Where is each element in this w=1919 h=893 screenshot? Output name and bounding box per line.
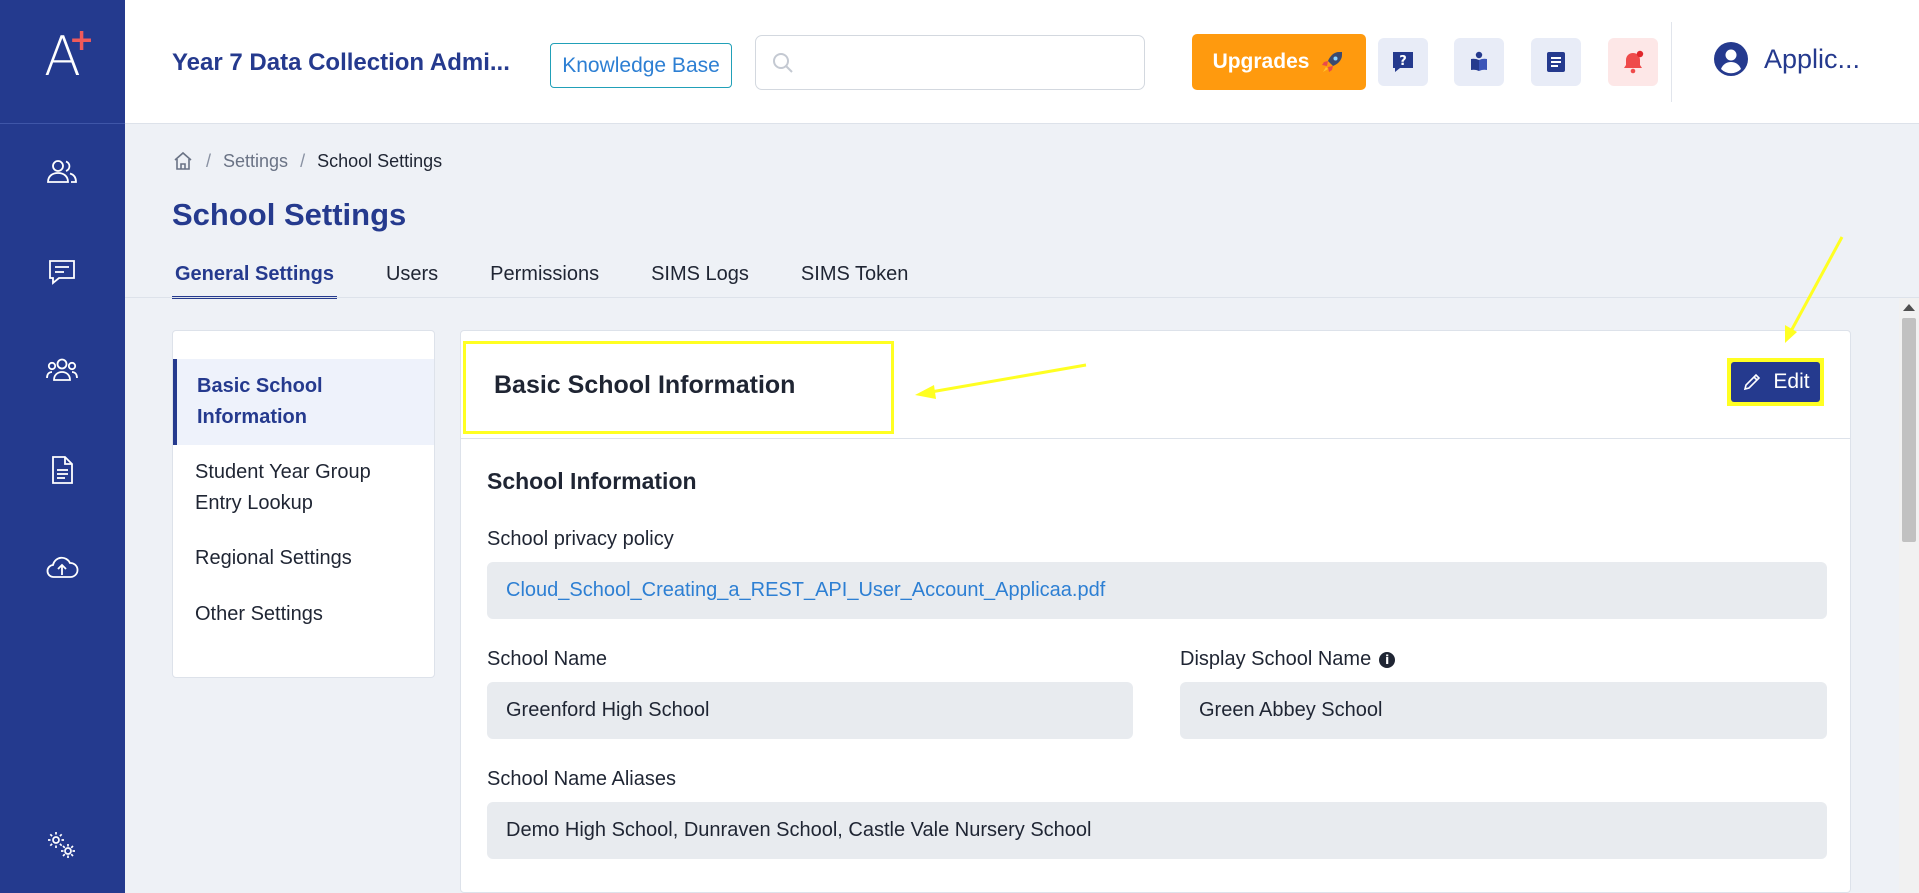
- upgrades-label: Upgrades: [1212, 50, 1310, 73]
- home-icon[interactable]: [172, 150, 194, 172]
- message-icon[interactable]: [42, 252, 82, 292]
- app-logo[interactable]: A +: [0, 0, 125, 124]
- top-header: Year 7 Data Collection Admi... Knowledge…: [125, 0, 1919, 124]
- page-scrollbar[interactable]: [1899, 298, 1919, 893]
- settings-gears-icon[interactable]: [42, 825, 82, 865]
- edit-button[interactable]: Edit: [1731, 362, 1820, 402]
- upgrades-button[interactable]: Upgrades: [1192, 34, 1366, 90]
- notes-button[interactable]: [1531, 38, 1581, 86]
- notifications-button[interactable]: [1608, 38, 1658, 86]
- school-name-field: Greenford High School: [487, 682, 1133, 739]
- knowledge-base-button[interactable]: Knowledge Base: [550, 43, 732, 88]
- info-icon[interactable]: i: [1379, 651, 1396, 668]
- logo-plus: +: [69, 23, 95, 58]
- display-school-name-label-text: Display School Name: [1180, 648, 1372, 670]
- notes-icon: [1547, 52, 1565, 72]
- svg-text:?: ?: [1399, 54, 1407, 69]
- search-input[interactable]: [804, 44, 1134, 82]
- scroll-up-arrow-icon[interactable]: [1903, 304, 1915, 311]
- privacy-policy-link[interactable]: Cloud_School_Creating_a_REST_API_User_Ac…: [487, 562, 1827, 619]
- display-school-name-label: Display School Name i: [1180, 648, 1396, 671]
- school-name-label: School Name: [487, 648, 607, 671]
- submenu-basic-school-information[interactable]: Basic School Information: [173, 359, 434, 445]
- tab-sims-logs[interactable]: SIMS Logs: [648, 263, 752, 299]
- section-title: School Information: [487, 468, 697, 494]
- search-icon: [773, 53, 793, 73]
- page-title: School Settings: [172, 197, 407, 232]
- cloud-upload-icon[interactable]: [42, 548, 82, 588]
- tab-sims-token[interactable]: SIMS Token: [798, 263, 911, 299]
- bell-icon: [1624, 50, 1644, 74]
- tab-users[interactable]: Users: [383, 263, 441, 299]
- reading-person-icon: [1471, 51, 1487, 71]
- school-name-aliases-label: School Name Aliases: [487, 768, 676, 790]
- card-title: Basic School Information: [494, 371, 796, 399]
- tabs-divider: [125, 297, 1919, 298]
- tab-general-settings[interactable]: General Settings: [172, 263, 337, 299]
- settings-tabs: General Settings Users Permissions SIMS …: [172, 263, 957, 299]
- edit-label: Edit: [1773, 370, 1810, 393]
- app-title: Year 7 Data Collection Admi...: [172, 49, 510, 76]
- training-button[interactable]: [1454, 38, 1504, 86]
- breadcrumb-settings[interactable]: Settings: [223, 151, 288, 172]
- display-school-name-field: Green Abbey School: [1180, 682, 1827, 739]
- breadcrumb-separator: /: [206, 150, 212, 171]
- user-avatar-icon: [1714, 42, 1748, 76]
- breadcrumb-separator: /: [300, 150, 306, 171]
- tab-permissions[interactable]: Permissions: [487, 263, 602, 299]
- school-name-aliases-field: Demo High School, Dunraven School, Castl…: [487, 802, 1827, 859]
- help-chat-icon: ?: [1393, 52, 1413, 72]
- scroll-thumb[interactable]: [1902, 318, 1916, 542]
- users-icon[interactable]: [42, 152, 82, 192]
- school-name-label-text: School Name: [487, 648, 608, 670]
- arrow-to-edit-line: [1788, 236, 1844, 334]
- basic-school-information-card: Basic School Information Edit School Inf…: [460, 330, 1851, 893]
- group-icon[interactable]: [42, 350, 82, 390]
- pencil-icon: [1744, 373, 1761, 391]
- rocket-icon: [1322, 52, 1343, 72]
- user-menu[interactable]: Applic...: [1712, 40, 1860, 78]
- help-button[interactable]: ?: [1378, 38, 1428, 86]
- sidebar: A +: [0, 0, 125, 893]
- settings-submenu: Basic School Information Student Year Gr…: [172, 330, 435, 678]
- document-icon[interactable]: [42, 450, 82, 490]
- submenu-other-settings[interactable]: Other Settings: [173, 599, 434, 630]
- user-name: Applic...: [1764, 43, 1861, 74]
- card-header: Basic School Information Edit: [461, 331, 1850, 439]
- breadcrumb: / Settings / School Settings: [172, 150, 442, 172]
- breadcrumb-current: School Settings: [317, 150, 443, 171]
- submenu-regional-settings[interactable]: Regional Settings: [173, 543, 434, 574]
- search-box[interactable]: [755, 35, 1145, 90]
- submenu-student-year-group-entry-lookup[interactable]: Student Year Group Entry Lookup: [173, 457, 434, 519]
- header-divider: [1671, 22, 1672, 102]
- privacy-policy-label: School privacy policy: [487, 528, 674, 550]
